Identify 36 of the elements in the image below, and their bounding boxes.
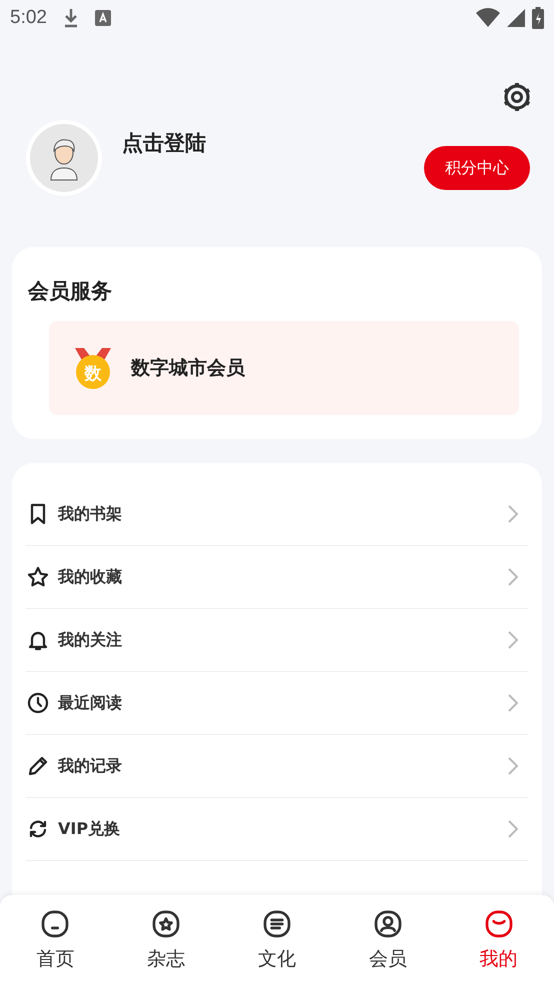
culture-icon bbox=[260, 908, 293, 940]
menu-item[interactable]: VIP兑换 bbox=[26, 798, 528, 861]
points-center-button[interactable]: 积分中心 bbox=[424, 146, 530, 190]
membership-item[interactable]: 数 数字城市会员 bbox=[49, 321, 519, 415]
nav-tab[interactable]: 文化 bbox=[222, 895, 332, 984]
menu-item[interactable]: 我的记录 bbox=[26, 735, 528, 798]
nav-tab[interactable]: 我的 bbox=[443, 895, 554, 984]
status-time: 5:02 bbox=[10, 7, 47, 29]
chevron-icon bbox=[508, 505, 518, 523]
clock-icon bbox=[26, 691, 50, 715]
login-prompt[interactable]: 点击登陆 bbox=[122, 129, 206, 157]
chevron-icon bbox=[508, 568, 518, 586]
section-title: 会员服务 bbox=[28, 278, 113, 305]
menu-item[interactable]: 我的书架 bbox=[26, 483, 528, 546]
home-icon bbox=[39, 908, 72, 940]
chevron-icon bbox=[508, 757, 518, 775]
signal-icon bbox=[506, 8, 526, 28]
download-icon bbox=[62, 8, 79, 28]
chevron-icon bbox=[508, 820, 518, 838]
chevron-icon bbox=[508, 631, 518, 649]
menu-item[interactable]: 我的收藏 bbox=[26, 546, 528, 609]
menu-item[interactable]: 最近阅读 bbox=[26, 672, 528, 735]
nav-tab[interactable]: 首页 bbox=[0, 895, 111, 984]
magazine-icon bbox=[150, 908, 182, 940]
menu-item[interactable]: 我的关注 bbox=[26, 609, 528, 672]
nav-tab[interactable]: 杂志 bbox=[110, 895, 222, 984]
battery-icon bbox=[532, 7, 544, 29]
nav-tab[interactable]: 会员 bbox=[332, 895, 444, 984]
wifi-icon bbox=[476, 8, 500, 28]
mine-icon bbox=[482, 908, 515, 940]
text-icon bbox=[94, 10, 111, 26]
chevron-icon bbox=[508, 694, 518, 712]
pencil-icon bbox=[26, 754, 50, 778]
star-icon bbox=[26, 565, 50, 589]
member-icon bbox=[372, 908, 404, 940]
settings-icon[interactable] bbox=[502, 82, 532, 112]
